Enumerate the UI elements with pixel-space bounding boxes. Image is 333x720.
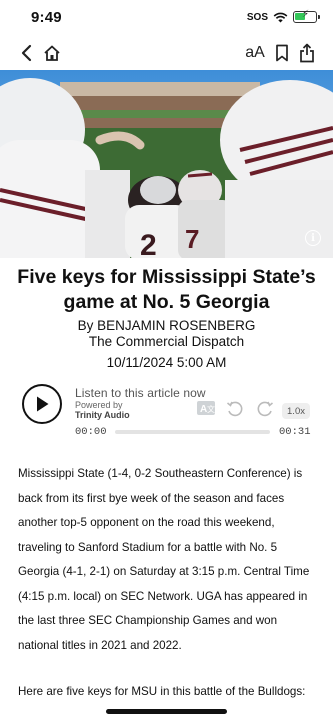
- bookmark-button[interactable]: [272, 40, 292, 66]
- author-name: By BENJAMIN ROSENBERG: [77, 318, 256, 333]
- powered-by: Powered by Trinity Audio: [75, 400, 130, 420]
- play-icon: [37, 396, 49, 412]
- article-date: 10/11/2024 5:00 AM: [106, 355, 227, 370]
- status-time: 9:49: [31, 9, 62, 26]
- status-icons: SOS ⚡: [246, 9, 320, 23]
- football-players-image: 2 7: [0, 70, 333, 258]
- listen-label: Listen to this article now: [75, 386, 206, 400]
- powered-by-label: Powered by: [75, 400, 123, 410]
- status-bar: 9:49 SOS ⚡: [0, 0, 333, 36]
- forward-icon[interactable]: [256, 400, 274, 418]
- sos-indicator: SOS: [246, 11, 268, 23]
- image-info-icon[interactable]: i: [305, 230, 321, 246]
- playback-speed-button[interactable]: 1.0x: [282, 403, 310, 419]
- bookmark-icon: [276, 44, 288, 62]
- battery-icon: ⚡: [293, 9, 320, 23]
- current-time: 00:00: [75, 426, 107, 438]
- total-time: 00:31: [279, 426, 311, 438]
- publication-name: The Commercial Dispatch: [88, 334, 245, 349]
- home-indicator: [106, 709, 227, 714]
- home-button[interactable]: [41, 40, 63, 66]
- hero-photo: 2 7 i: [0, 70, 333, 258]
- back-button[interactable]: [16, 40, 36, 66]
- play-button[interactable]: [22, 384, 62, 424]
- article-headline: Five keys for Mississippi State’s game a…: [17, 266, 316, 313]
- home-icon: [44, 45, 60, 61]
- article-paragraph: Here are five keys for MSU in this battl…: [18, 685, 306, 698]
- article-byline: By BENJAMIN ROSENBERG The Commercial Dis…: [0, 318, 333, 350]
- nav-bar: aA: [0, 36, 333, 70]
- translate-icon[interactable]: A 文: [196, 400, 216, 416]
- audio-player: Listen to this article now Powered by Tr…: [20, 382, 313, 442]
- chevron-left-icon: [21, 44, 32, 62]
- audio-progress-bar[interactable]: [115, 430, 270, 434]
- audio-brand: Trinity Audio: [75, 410, 130, 420]
- svg-text:文: 文: [207, 404, 215, 414]
- svg-text:2: 2: [140, 229, 157, 258]
- share-button[interactable]: [297, 40, 317, 66]
- text-size-button[interactable]: aA: [244, 40, 266, 66]
- wifi-icon: [273, 12, 288, 22]
- article-paragraph: Mississippi State (1-4, 0-2 Southeastern…: [18, 467, 310, 652]
- svg-text:7: 7: [185, 224, 199, 254]
- share-icon: [300, 43, 314, 63]
- rewind-icon[interactable]: [226, 400, 244, 418]
